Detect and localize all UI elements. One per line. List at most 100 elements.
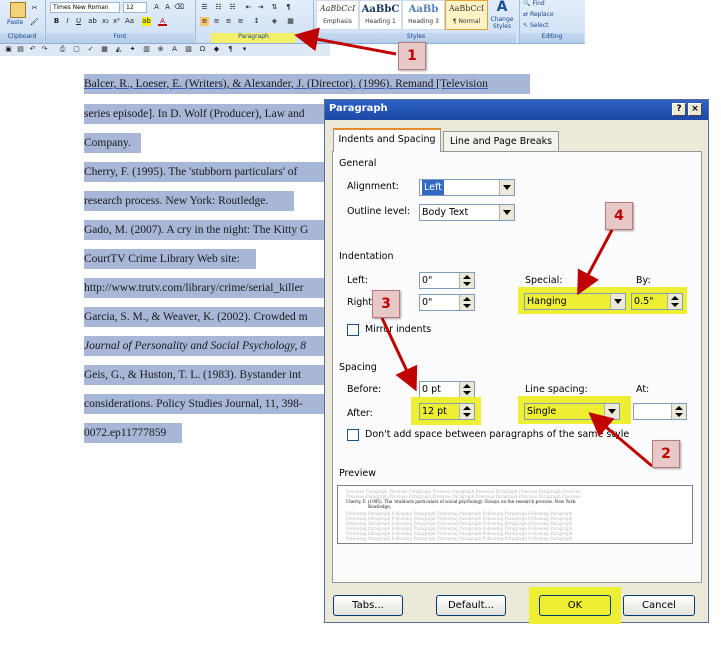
highlight-icon[interactable]: ab (142, 17, 151, 26)
alignment-select[interactable]: Left (419, 179, 515, 196)
doc-line[interactable]: 0072.ep11777859 (84, 423, 182, 443)
style-normal[interactable]: AaBbCcI ¶ Normal (445, 0, 488, 30)
wordart-icon[interactable]: ◆ (212, 45, 221, 54)
pilcrow-icon[interactable]: ¶ (284, 3, 293, 12)
cut-icon[interactable]: ✂ (30, 4, 39, 13)
close-button[interactable]: × (688, 103, 702, 116)
qat-more-icon[interactable]: ▾ (240, 45, 249, 54)
superscript-icon[interactable]: x² (112, 17, 121, 26)
numbering-icon[interactable]: ☷ (214, 3, 223, 12)
justify-icon[interactable]: ≡ (236, 17, 245, 26)
undo-icon[interactable]: ↶ (28, 45, 37, 54)
open-icon[interactable]: ▤ (16, 45, 25, 54)
ok-button[interactable]: OK (539, 595, 611, 616)
chevron-down-icon[interactable] (604, 404, 619, 419)
help-button[interactable]: ? (672, 103, 686, 116)
font-size-box[interactable]: 12 (123, 2, 147, 13)
cancel-button[interactable]: Cancel (623, 595, 695, 616)
align-right-icon[interactable]: ≡ (224, 17, 233, 26)
qat-pilcrow-icon[interactable]: ¶ (226, 45, 235, 54)
doc-line[interactable]: Journal of Personality and Social Psycho… (84, 336, 324, 356)
find-button[interactable]: 🔍 Find (523, 0, 545, 7)
spin-arrows-icon[interactable] (459, 273, 474, 288)
style-heading-3[interactable]: AaBb Heading 3 (402, 0, 445, 30)
doc-line[interactable]: Geis, G., & Huston, T. L. (1983). Bystan… (84, 365, 324, 385)
doc-line[interactable]: Balcer, R., Loeser, E. (Writers), & Alex… (84, 74, 530, 94)
chevron-down-icon[interactable] (499, 205, 514, 220)
underline-icon[interactable]: U (74, 17, 83, 26)
dont-add-space-checkbox[interactable] (347, 429, 359, 441)
spin-arrows-icon[interactable] (459, 404, 474, 419)
insert-icon[interactable]: ✦ (128, 45, 137, 54)
paragraph-group-label[interactable]: Paragraph (211, 33, 296, 43)
align-center-icon[interactable]: ≡ (212, 17, 221, 26)
right-indent-input[interactable]: 0" (419, 294, 475, 311)
tab-line-and-page-breaks[interactable]: Line and Page Breaks (443, 131, 559, 152)
spin-arrows-icon[interactable] (459, 295, 474, 310)
by-input[interactable]: 0.5" (631, 293, 683, 310)
clear-format-icon[interactable]: ⌫ (174, 3, 184, 12)
doc-line[interactable]: http://www.trutv.com/library/crime/seria… (84, 278, 324, 298)
strikethrough-icon[interactable]: ab (88, 17, 97, 26)
tabs-button[interactable]: Tabs... (333, 595, 403, 616)
left-indent-input[interactable]: 0" (419, 272, 475, 289)
multilevel-list-icon[interactable]: ☵ (228, 3, 237, 12)
sort-icon[interactable]: ⇅ (270, 3, 279, 12)
before-input[interactable]: 0 pt (419, 381, 475, 398)
change-styles-icon[interactable]: A (494, 0, 510, 15)
paste-icon[interactable] (10, 2, 26, 18)
chevron-down-icon[interactable] (499, 180, 514, 195)
doc-line[interactable]: research process. New York: Routledge. (84, 191, 294, 211)
doc-line[interactable]: Company. (84, 133, 141, 153)
default-button[interactable]: Default... (436, 595, 506, 616)
format-icon[interactable]: A (170, 45, 179, 54)
drawing-icon[interactable]: ◭ (114, 45, 123, 54)
tab-indents-and-spacing[interactable]: Indents and Spacing (333, 128, 441, 152)
doc-line[interactable]: considerations. Policy Studies Journal, … (84, 394, 324, 414)
redo-icon[interactable]: ↷ (40, 45, 49, 54)
increase-indent-icon[interactable]: ⇥ (256, 3, 265, 12)
save-icon[interactable]: ▣ (4, 45, 13, 54)
outline-level-select[interactable]: Body Text (419, 204, 515, 221)
borders-icon[interactable]: ▦ (286, 17, 295, 26)
bold-icon[interactable]: B (52, 17, 61, 26)
replace-button[interactable]: ⇄ Replace (523, 11, 554, 18)
print-icon[interactable]: ⎙ (58, 45, 67, 54)
italic-icon[interactable]: I (63, 17, 72, 26)
decrease-indent-icon[interactable]: ⇤ (244, 3, 253, 12)
columns-icon[interactable]: ▥ (142, 45, 151, 54)
font-name-box[interactable]: Times New Roman (50, 2, 120, 13)
special-select[interactable]: Hanging (524, 293, 626, 310)
at-input[interactable] (633, 403, 687, 420)
doc-line[interactable]: Cherry, F. (1995). The 'stubborn particu… (84, 162, 324, 182)
chevron-down-icon[interactable] (610, 294, 625, 309)
subscript-icon[interactable]: x₂ (101, 17, 110, 26)
cross-ref-icon[interactable]: ▧ (184, 45, 193, 54)
spin-arrows-icon[interactable] (671, 404, 686, 419)
shrink-font-icon[interactable]: A (163, 3, 172, 12)
paste-label[interactable]: Paste (7, 19, 23, 26)
dialog-title-bar[interactable]: Paragraph ? × (325, 100, 708, 120)
align-left-icon[interactable]: ≡ (200, 17, 209, 26)
preview-icon[interactable]: ▢ (72, 45, 81, 54)
table-icon[interactable]: ▦ (100, 45, 109, 54)
font-color-icon[interactable]: A (158, 17, 167, 26)
mirror-indents-checkbox[interactable] (347, 324, 359, 336)
style-heading-1[interactable]: AaBbC Heading 1 (359, 0, 402, 30)
zoom-icon[interactable]: ⊕ (156, 45, 165, 54)
format-painter-icon[interactable]: 🖌 (30, 18, 39, 27)
omega-icon[interactable]: Ω (198, 45, 207, 54)
style-emphasis[interactable]: AaBbCcI Emphasis (316, 0, 359, 30)
change-case-icon[interactable]: Aa (125, 17, 134, 26)
line-spacing-select[interactable]: Single (524, 403, 620, 420)
bullets-icon[interactable]: ☰ (200, 3, 209, 12)
spelling-icon[interactable]: ✓ (86, 45, 95, 54)
after-input[interactable]: 12 pt (419, 403, 475, 420)
doc-line[interactable]: Gado, M. (2007). A cry in the night: The… (84, 220, 324, 240)
change-styles-label[interactable]: Change Styles (486, 16, 518, 30)
shading-icon[interactable]: ◈ (270, 17, 279, 26)
spin-arrows-icon[interactable] (459, 382, 474, 397)
spin-arrows-icon[interactable] (667, 294, 682, 309)
doc-line[interactable]: Garcia, S. M., & Weaver, K. (2002). Crow… (84, 307, 324, 327)
select-button[interactable]: ↖ Select (523, 22, 548, 29)
